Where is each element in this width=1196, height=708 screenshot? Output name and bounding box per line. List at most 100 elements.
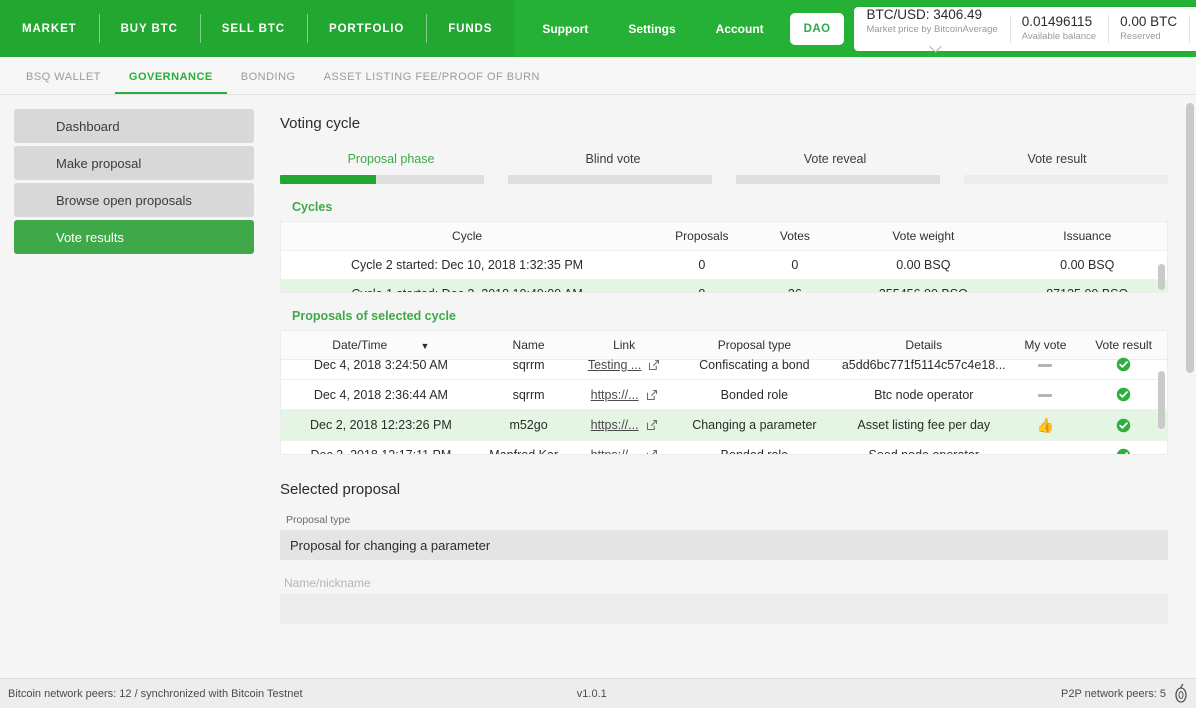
tab-bonding[interactable]: BONDING	[227, 71, 310, 94]
proposal-link[interactable]: Testing ...	[588, 358, 642, 372]
page-body: Dashboard Make proposal Browse open prop…	[0, 95, 1196, 678]
phase-progress-blind-vote	[508, 175, 712, 184]
tor-onion-icon	[1174, 684, 1188, 704]
name-nickname-value	[280, 594, 1168, 624]
cycles-row[interactable]: Cycle 1 started: Dec 2, 2018 10:49:09 AM…	[281, 280, 1167, 294]
nav-dao-button[interactable]: DAO	[790, 13, 845, 45]
sidebar-item-make-proposal[interactable]: Make proposal	[14, 146, 254, 180]
governance-sidebar: Dashboard Make proposal Browse open prop…	[0, 95, 268, 678]
proposal-datetime-cell: Dec 4, 2018 2:36:44 AM	[281, 380, 481, 410]
proposal-type-cell: Bonded role	[672, 440, 837, 455]
cycles-header-row: Cycle Proposals Votes Vote weight Issuan…	[281, 222, 1167, 251]
proposal-type-cell: Confiscating a bond	[672, 350, 837, 380]
phase-progress-row	[280, 175, 1168, 184]
market-price-value: BTC/USD: 3406.49	[866, 7, 997, 22]
available-balance-value: 0.01496115	[1022, 14, 1096, 29]
proposal-link[interactable]: https://...	[591, 418, 639, 432]
proposal-link[interactable]: https://...	[591, 448, 639, 455]
vote-none-icon	[1038, 364, 1052, 367]
phase-label-blind-vote: Blind vote	[502, 152, 724, 166]
proposal-details-cell: Asset listing fee per day	[837, 410, 1011, 440]
proposal-details-cell: a5dd6bc771f5114c57c4e18...	[837, 350, 1011, 380]
proposals-row[interactable]: Dec 2, 2018 12:17:11 PMManfred Kar...htt…	[281, 440, 1167, 455]
main-header: MARKET BUY BTC SELL BTC PORTFOLIO FUNDS …	[0, 0, 1196, 57]
external-link-icon[interactable]	[646, 419, 658, 431]
proposal-details-cell: Seed node operator	[837, 440, 1011, 455]
cycle-cell: Cycle 1 started: Dec 2, 2018 10:49:09 AM	[281, 280, 653, 294]
market-price-selector[interactable]: BTC/USD: 3406.49 Market price by Bitcoin…	[854, 7, 1009, 51]
proposal-type-label: Proposal type	[286, 514, 1168, 526]
proposals-row[interactable]: Dec 4, 2018 2:36:44 AMsqrrmhttps://...Bo…	[281, 380, 1167, 410]
dao-subnav: BSQ WALLET GOVERNANCE BONDING ASSET LIST…	[0, 57, 1196, 95]
proposal-datetime-cell: Dec 2, 2018 12:17:11 PM	[281, 440, 481, 455]
nav-funds[interactable]: FUNDS	[426, 0, 514, 57]
external-link-icon[interactable]	[646, 449, 658, 455]
phase-progress-vote-result	[964, 175, 1168, 184]
cycle-cell: Cycle 2 started: Dec 10, 2018 1:32:35 PM	[281, 251, 653, 280]
page-scrollbar-thumb[interactable]	[1186, 103, 1194, 373]
cycles-scrollbar[interactable]	[1158, 246, 1165, 290]
vote-weight-cell: 0.00 BSQ	[839, 251, 1007, 280]
vote-accepted-icon	[1116, 418, 1131, 433]
nav-buy-btc[interactable]: BUY BTC	[99, 0, 200, 57]
cycles-grid: Cycle Proposals Votes Vote weight Issuan…	[281, 222, 1167, 293]
sidebar-item-vote-results[interactable]: Vote results	[14, 220, 254, 254]
nav-sell-btc[interactable]: SELL BTC	[200, 0, 307, 57]
proposal-vote-result-cell	[1080, 410, 1167, 440]
proposal-datetime-cell: Dec 2, 2018 12:23:26 PM	[281, 410, 481, 440]
cycles-col-proposals[interactable]: Proposals	[653, 222, 750, 251]
proposal-my-vote-cell	[1011, 350, 1080, 380]
proposals-cell: 0	[653, 251, 750, 280]
tab-governance[interactable]: GOVERNANCE	[115, 71, 227, 94]
cycles-col-vote-weight[interactable]: Vote weight	[839, 222, 1007, 251]
nav-support[interactable]: Support	[522, 0, 608, 57]
cycles-col-votes[interactable]: Votes	[751, 222, 840, 251]
nav-portfolio[interactable]: PORTFOLIO	[307, 0, 426, 57]
app-version: v1.0.1	[303, 688, 1062, 700]
sidebar-item-dashboard[interactable]: Dashboard	[14, 109, 254, 143]
phase-progress-proposal	[280, 175, 484, 184]
vote-thumbs-up-icon: 👍	[1037, 417, 1054, 433]
nav-market[interactable]: MARKET	[0, 0, 99, 57]
sidebar-item-browse-open-proposals[interactable]: Browse open proposals	[14, 183, 254, 217]
proposals-grid: Date/Time ▼ Name Link Proposal type Deta…	[281, 331, 1167, 455]
cycles-title: Cycles	[292, 200, 1168, 214]
proposals-cell: 8	[653, 280, 750, 294]
tab-asset-listing-fee[interactable]: ASSET LISTING FEE/PROOF OF BURN	[310, 71, 554, 94]
cycles-col-cycle[interactable]: Cycle	[281, 222, 653, 251]
proposal-my-vote-cell	[1011, 380, 1080, 410]
selected-proposal-title: Selected proposal	[280, 481, 1168, 498]
proposal-link-cell: https://...	[576, 410, 672, 440]
proposals-scrollbar[interactable]	[1158, 357, 1165, 452]
vote-none-icon	[1038, 394, 1052, 397]
proposal-vote-result-cell	[1080, 350, 1167, 380]
locked-balance-cell: 0.00 BTC Locked	[1189, 7, 1196, 51]
proposal-vote-result-cell	[1080, 380, 1167, 410]
proposal-datetime-cell: Dec 4, 2018 3:24:50 AM	[281, 350, 481, 380]
external-link-icon[interactable]	[646, 389, 658, 401]
page-scrollbar[interactable]	[1186, 95, 1194, 678]
cycles-col-issuance[interactable]: Issuance	[1008, 222, 1168, 251]
tab-bsq-wallet[interactable]: BSQ WALLET	[12, 71, 115, 94]
secondary-navigation: Support Settings Account	[514, 0, 783, 57]
cycles-row[interactable]: Cycle 2 started: Dec 10, 2018 1:32:35 PM…	[281, 251, 1167, 280]
primary-navigation: MARKET BUY BTC SELL BTC PORTFOLIO FUNDS	[0, 0, 514, 57]
vote-accepted-icon	[1116, 357, 1131, 372]
votes-cell: 36	[751, 280, 840, 294]
issuance-cell: 87135.00 BSQ	[1008, 280, 1168, 294]
cycles-table: Cycle Proposals Votes Vote weight Issuan…	[280, 221, 1168, 293]
proposal-name-cell: sqrrm	[481, 380, 577, 410]
reserved-balance-cell: 0.00 BTC Reserved	[1108, 7, 1189, 51]
nav-settings[interactable]: Settings	[608, 0, 695, 57]
proposal-link[interactable]: https://...	[591, 388, 639, 402]
external-link-icon[interactable]	[648, 359, 660, 371]
proposal-vote-result-cell	[1080, 440, 1167, 455]
proposal-name-cell: sqrrm	[481, 350, 577, 380]
btc-network-status: Bitcoin network peers: 12 / synchronized…	[8, 688, 303, 700]
status-bar: Bitcoin network peers: 12 / synchronized…	[0, 678, 1196, 708]
proposals-row[interactable]: Dec 4, 2018 3:24:50 AMsqrrm Testing ... Co…	[281, 350, 1167, 380]
issuance-cell: 0.00 BSQ	[1008, 251, 1168, 280]
nav-account[interactable]: Account	[696, 0, 784, 57]
market-price-source: Market price by BitcoinAverage	[866, 24, 997, 36]
proposals-row[interactable]: Dec 2, 2018 12:23:26 PMm52gohttps://...C…	[281, 410, 1167, 440]
